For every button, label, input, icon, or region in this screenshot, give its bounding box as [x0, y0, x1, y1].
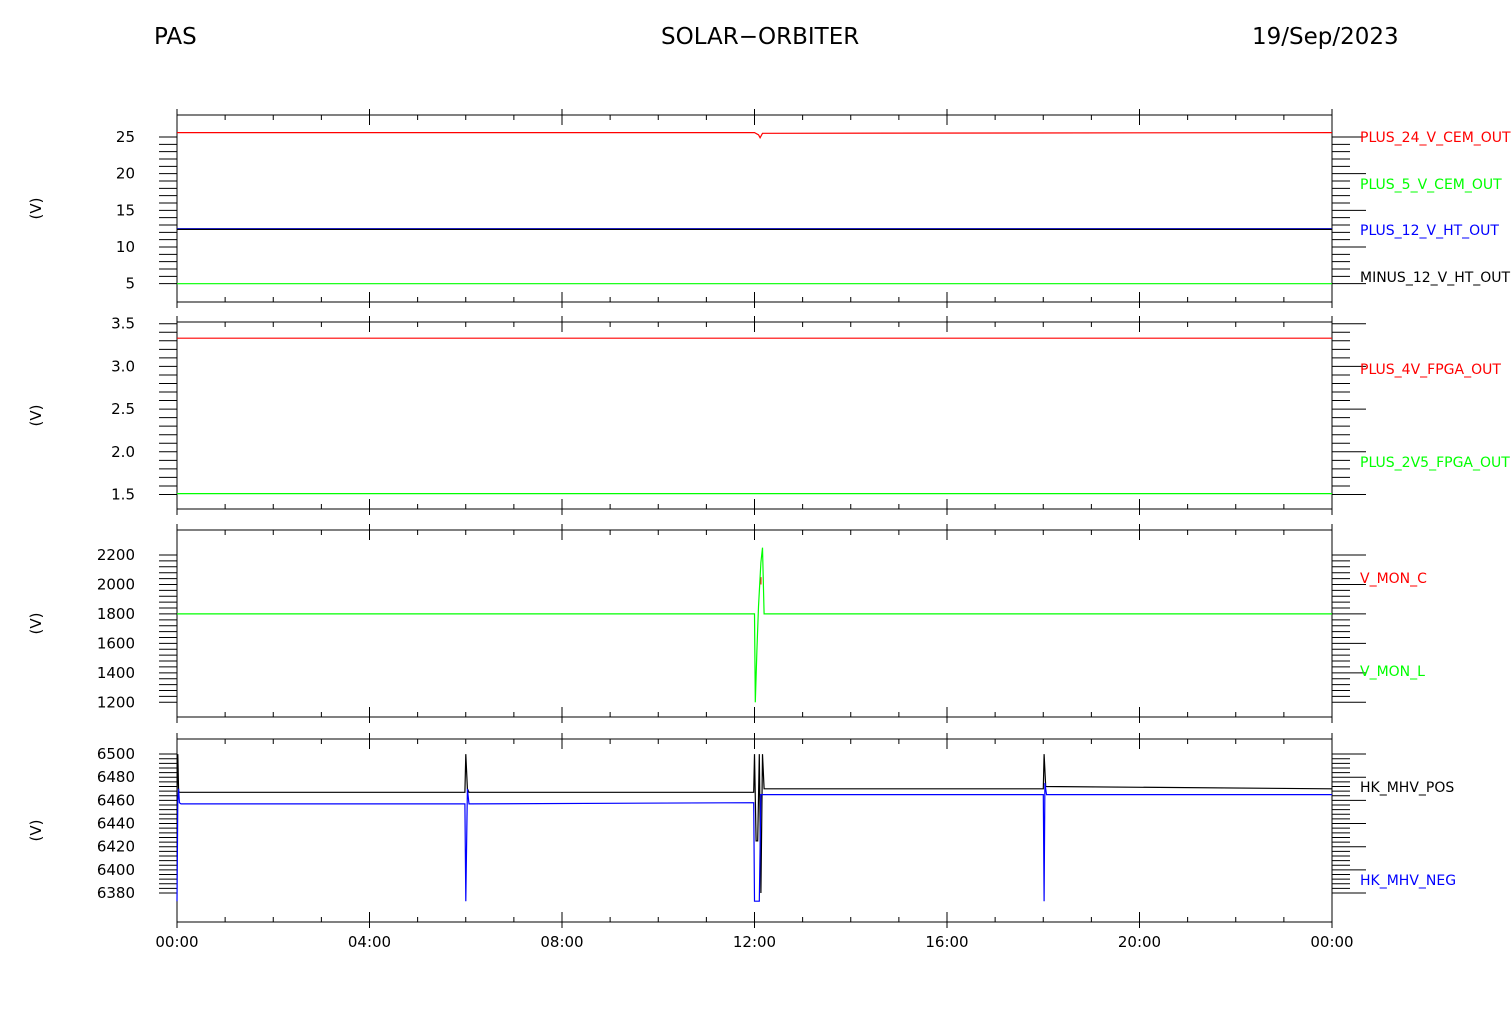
y-axis-label: (V)	[27, 820, 45, 842]
y-tick-label: 1800	[97, 605, 135, 623]
legend-PLUS_4V_FPGA_OUT: PLUS_4V_FPGA_OUT	[1360, 362, 1501, 378]
y-tick-label: 6420	[97, 838, 135, 856]
legend-V_MON_C: V_MON_C	[1360, 571, 1427, 587]
y-tick-label: 3.0	[111, 357, 135, 375]
y-tick-label: 6480	[97, 768, 135, 786]
y-axis-label: (V)	[27, 198, 45, 220]
y-tick-label: 2.0	[111, 443, 135, 461]
chart-figure: 5 10 15 20 25 (V) PLUS_24_V_CEM_OUT PLUS_5_V_CE…	[27, 109, 1511, 951]
legend-HK_MHV_POS: HK_MHV_POS	[1360, 780, 1454, 796]
y-tick-label: 10	[116, 238, 135, 256]
x-tick-label: 04:00	[348, 933, 391, 951]
x-tick-label: 16:00	[925, 933, 968, 951]
y-tick-label: 1200	[97, 693, 135, 711]
panel-1-frame	[176, 114, 1333, 303]
legend-V_MON_L: V_MON_L	[1360, 664, 1425, 680]
y-tick-label: 6400	[97, 861, 135, 879]
y-axis-label: (V)	[27, 613, 45, 635]
y-tick-label: 6380	[97, 884, 135, 902]
legend-PLUS_24_V_CEM_OUT: PLUS_24_V_CEM_OUT	[1360, 130, 1511, 146]
y-tick-label: 15	[116, 201, 135, 219]
y-tick-label: 2000	[97, 575, 135, 593]
y-tick-label: 5	[125, 275, 135, 293]
series-line-HK_MHV_NEG	[176, 782, 1332, 902]
y-tick-label: 1400	[97, 664, 135, 682]
x-tick-label: 00:00	[1310, 933, 1353, 951]
panel-2-frame	[176, 321, 1333, 510]
y-tick-label: 2.5	[111, 400, 135, 418]
legend-HK_MHV_NEG: HK_MHV_NEG	[1360, 873, 1456, 889]
y-tick-label: 6500	[97, 745, 135, 763]
legend-PLUS_5_V_CEM_OUT: PLUS_5_V_CEM_OUT	[1360, 177, 1502, 193]
y-tick-label: 25	[116, 128, 135, 146]
y-tick-label: 1600	[97, 634, 135, 652]
legend-PLUS_12_V_HT_OUT: PLUS_12_V_HT_OUT	[1360, 223, 1499, 239]
y-tick-label: 2200	[97, 546, 135, 564]
y-tick-label: 1.5	[111, 485, 135, 503]
y-tick-label: 6460	[97, 791, 135, 809]
x-tick-label: 20:00	[1118, 933, 1161, 951]
y-tick-label: 20	[116, 165, 135, 183]
x-tick-label: 08:00	[540, 933, 583, 951]
legend-PLUS_2V5_FPGA_OUT: PLUS_2V5_FPGA_OUT	[1360, 455, 1510, 471]
x-tick-label: 00:00	[155, 933, 198, 951]
x-tick-label: 12:00	[733, 933, 776, 951]
series-line-V_MON_L	[177, 547, 1332, 703]
y-axis-label: (V)	[27, 405, 45, 427]
y-tick-label: 6440	[97, 815, 135, 833]
y-tick-label: 3.5	[111, 315, 135, 333]
series-line-PLUS_24_V_CEM_OUT	[177, 132, 1333, 139]
legend-MINUS_12_V_HT_OUT: MINUS_12_V_HT_OUT	[1360, 270, 1511, 286]
